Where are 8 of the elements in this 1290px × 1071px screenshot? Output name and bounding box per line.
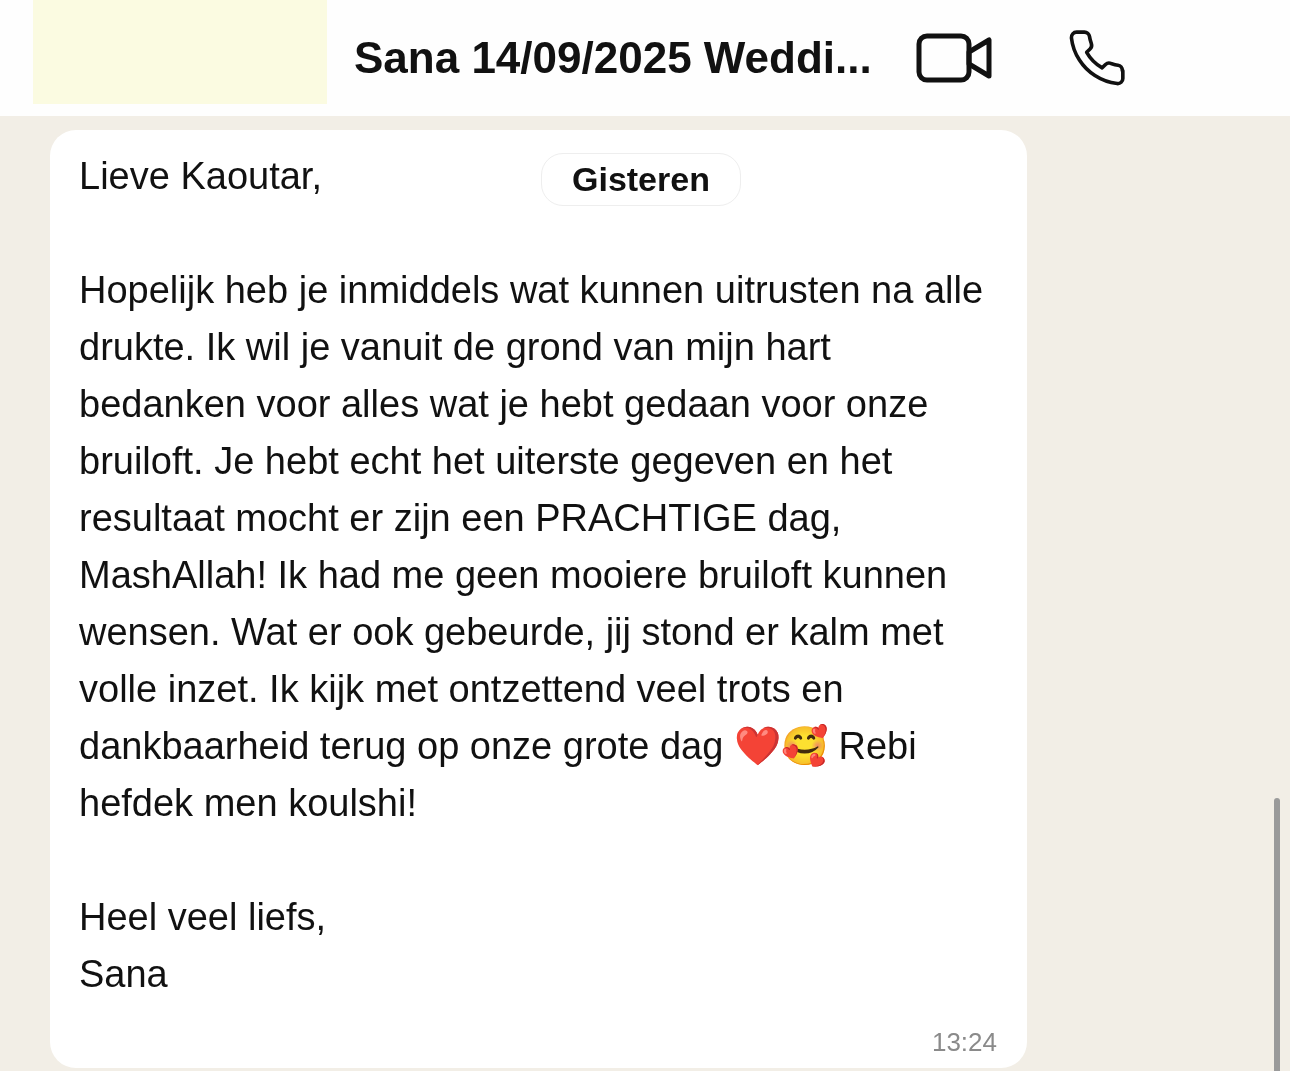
date-divider: Gisteren	[541, 153, 741, 206]
video-call-icon[interactable]	[915, 32, 994, 84]
message-text: Lieve Kaoutar,	[79, 154, 322, 199]
scrollbar-thumb[interactable]	[1274, 798, 1280, 1071]
chat-title[interactable]: Sana 14/09/2025 Weddi...	[354, 33, 872, 83]
message-time: 13:24	[931, 1027, 997, 1058]
message-text: Heel veel liefs, Sana	[79, 895, 327, 997]
message-text: Hopelijk heb je inmiddels wat kunnen uitrusten na alle drukte. Ik wil je vanuit de grond van mijn hart bedanken voor alles wat je hebt gedaan voor onze bruiloft. Je hebt echt het uiterste gegeven en het resultaat mocht er zijn een PRACHTIGE dag, MashAllah! Ik had me geen mooiere bruiloft kunnen wensen. Wat er ook gebeurde, jij stond er kalm met volle inzet. Ik kijk met ontzettend veel trots en dankbaarheid terug op onze grote dag ❤🥰 Rebi hefdek men koulshi!	[79, 268, 984, 826]
